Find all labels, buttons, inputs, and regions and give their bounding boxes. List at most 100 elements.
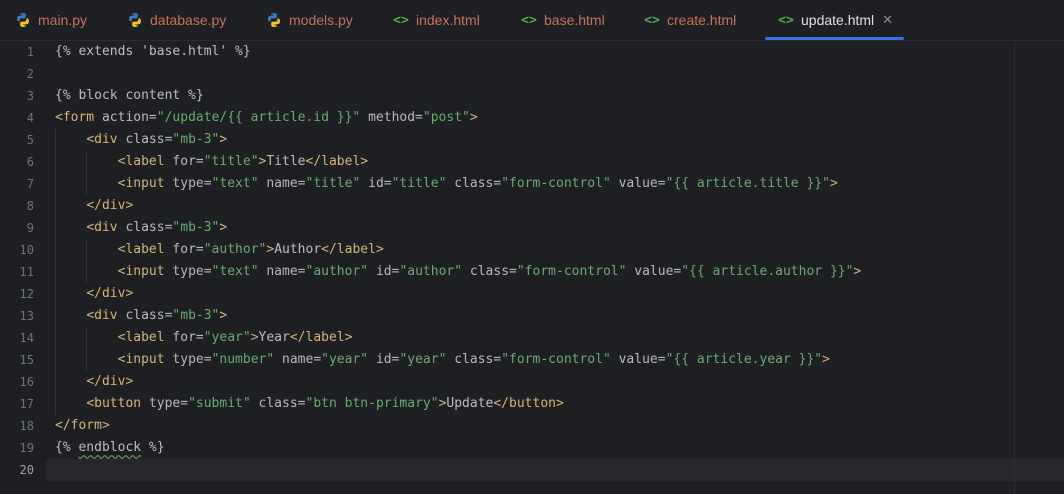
code-token: </label> bbox=[321, 242, 384, 257]
code-editor[interactable]: 1 2 3 4 5 6 7 8 9 10 11 12 13 14 15 16 17 18 19 20 {% exten… bbox=[0, 41, 1064, 494]
code-token: class= bbox=[446, 176, 502, 191]
code-token: </button> bbox=[493, 396, 564, 411]
code-token: </div> bbox=[86, 198, 134, 213]
line-number: 14 bbox=[19, 331, 34, 345]
line-number: 10 bbox=[19, 243, 34, 257]
code-token: "{{ article.title }}" bbox=[665, 176, 830, 191]
line-number: 11 bbox=[19, 265, 34, 279]
code-line[interactable]: <div class="mb-3"> bbox=[55, 129, 227, 151]
code-token: "title" bbox=[203, 154, 259, 169]
line-number: 3 bbox=[26, 89, 34, 103]
line-number: 20 bbox=[19, 463, 34, 477]
code-line[interactable]: {% endblock %} bbox=[55, 437, 165, 459]
code-line[interactable]: <button type="submit" class="btn btn-pri… bbox=[55, 393, 564, 415]
tab-main-py[interactable]: main.py bbox=[14, 0, 87, 40]
tab-base-html[interactable]: <> base.html bbox=[520, 0, 605, 40]
code-token: class= bbox=[125, 220, 173, 235]
code-token: "submit" bbox=[188, 396, 251, 411]
tab-label: database.py bbox=[150, 12, 227, 28]
code-token: "text" bbox=[211, 176, 259, 191]
code-token: name= bbox=[258, 264, 306, 279]
line-number: 2 bbox=[26, 67, 34, 81]
code-token: type= bbox=[172, 352, 212, 367]
line-number: 18 bbox=[19, 419, 34, 433]
tab-label: create.html bbox=[667, 12, 737, 28]
code-line[interactable]: <label for="author">Author</label> bbox=[55, 239, 384, 261]
code-token: <button bbox=[86, 396, 149, 411]
code-line[interactable]: <form action="/update/{{ article.id }}" … bbox=[55, 107, 478, 129]
code-token: {% extends 'base.html' %} bbox=[55, 44, 251, 59]
line-number: 17 bbox=[19, 397, 34, 411]
code-token: "{{ article.year }}" bbox=[665, 352, 823, 367]
code-token: "author" bbox=[305, 264, 369, 279]
line-number-gutter: 1 2 3 4 5 6 7 8 9 10 11 12 13 14 15 16 17 18 19 20 bbox=[0, 41, 46, 494]
code-line[interactable]: <label for="title">Title</label> bbox=[55, 151, 369, 173]
tab-update-html[interactable]: <> update.html ✕ bbox=[777, 0, 893, 40]
code-token: class= bbox=[446, 352, 502, 367]
code-token: "{{ article.author }}" bbox=[681, 264, 854, 279]
code-token: <form bbox=[55, 110, 102, 125]
line-number: 6 bbox=[26, 155, 34, 169]
code-token: "form-control" bbox=[501, 176, 611, 191]
tab-database-py[interactable]: database.py bbox=[126, 0, 226, 40]
code-token: "text" bbox=[211, 264, 259, 279]
code-token: <div bbox=[86, 220, 126, 235]
code-line[interactable]: <input type="text" name="title" id="titl… bbox=[55, 173, 838, 195]
code-token: "year" bbox=[399, 352, 447, 367]
code-token: class= bbox=[462, 264, 517, 279]
code-token: > bbox=[266, 242, 275, 257]
code-token: > bbox=[829, 176, 838, 191]
close-icon[interactable]: ✕ bbox=[882, 13, 893, 28]
code-line[interactable]: {% extends 'base.html' %} bbox=[55, 41, 251, 63]
current-line-highlight bbox=[46, 459, 1064, 481]
code-token: > bbox=[250, 330, 259, 345]
html-icon: <> bbox=[644, 12, 660, 28]
code-token: Title bbox=[266, 154, 306, 169]
code-token: <label bbox=[117, 154, 173, 169]
tab-create-html[interactable]: <> create.html bbox=[643, 0, 736, 40]
line-number: 1 bbox=[26, 45, 34, 59]
code-token: </div> bbox=[86, 374, 134, 389]
code-token: for= bbox=[172, 242, 204, 257]
code-line[interactable]: {% block content %} bbox=[55, 85, 204, 107]
tab-index-html[interactable]: <> index.html bbox=[392, 0, 480, 40]
code-token: > bbox=[853, 264, 862, 279]
code-token: type= bbox=[172, 176, 212, 191]
code-line[interactable]: </div> bbox=[55, 283, 133, 305]
tab-label: models.py bbox=[289, 12, 353, 28]
code-token: <label bbox=[117, 242, 173, 257]
code-line[interactable]: <input type="number" name="year" id="yea… bbox=[55, 349, 830, 371]
code-token: </form> bbox=[55, 418, 110, 433]
code-line[interactable]: <div class="mb-3"> bbox=[55, 305, 227, 327]
tab-label: main.py bbox=[38, 12, 88, 28]
code-token: "year" bbox=[203, 330, 251, 345]
code-token: class= bbox=[125, 132, 173, 147]
code-token: <input bbox=[117, 352, 173, 367]
code-line[interactable]: </div> bbox=[55, 371, 133, 393]
code-line[interactable]: <div class="mb-3"> bbox=[55, 217, 227, 239]
code-token: action= bbox=[101, 110, 157, 125]
code-line[interactable]: <label for="year">Year</label> bbox=[55, 327, 353, 349]
tab-models-py[interactable]: models.py bbox=[265, 0, 353, 40]
code-line[interactable]: </div> bbox=[55, 195, 133, 217]
line-number: 5 bbox=[26, 133, 34, 147]
code-token: value= bbox=[610, 176, 666, 191]
code-token: <input bbox=[117, 176, 173, 191]
code-token: </div> bbox=[86, 286, 134, 301]
right-margin-guide bbox=[1014, 41, 1015, 494]
indent-guide bbox=[86, 151, 88, 195]
code-token: {% block content %} bbox=[55, 88, 204, 103]
html-icon: <> bbox=[393, 12, 409, 28]
code-token: </label> bbox=[289, 330, 353, 345]
code-token: Author bbox=[274, 242, 322, 257]
code-token: > bbox=[219, 220, 228, 235]
code-token: name= bbox=[258, 176, 306, 191]
code-token: "title" bbox=[305, 176, 361, 191]
code-line[interactable]: <input type="text" name="author" id="aut… bbox=[55, 261, 862, 283]
line-number: 19 bbox=[19, 441, 34, 455]
code-line[interactable]: </form> bbox=[55, 415, 110, 437]
code-token: "title" bbox=[391, 176, 447, 191]
